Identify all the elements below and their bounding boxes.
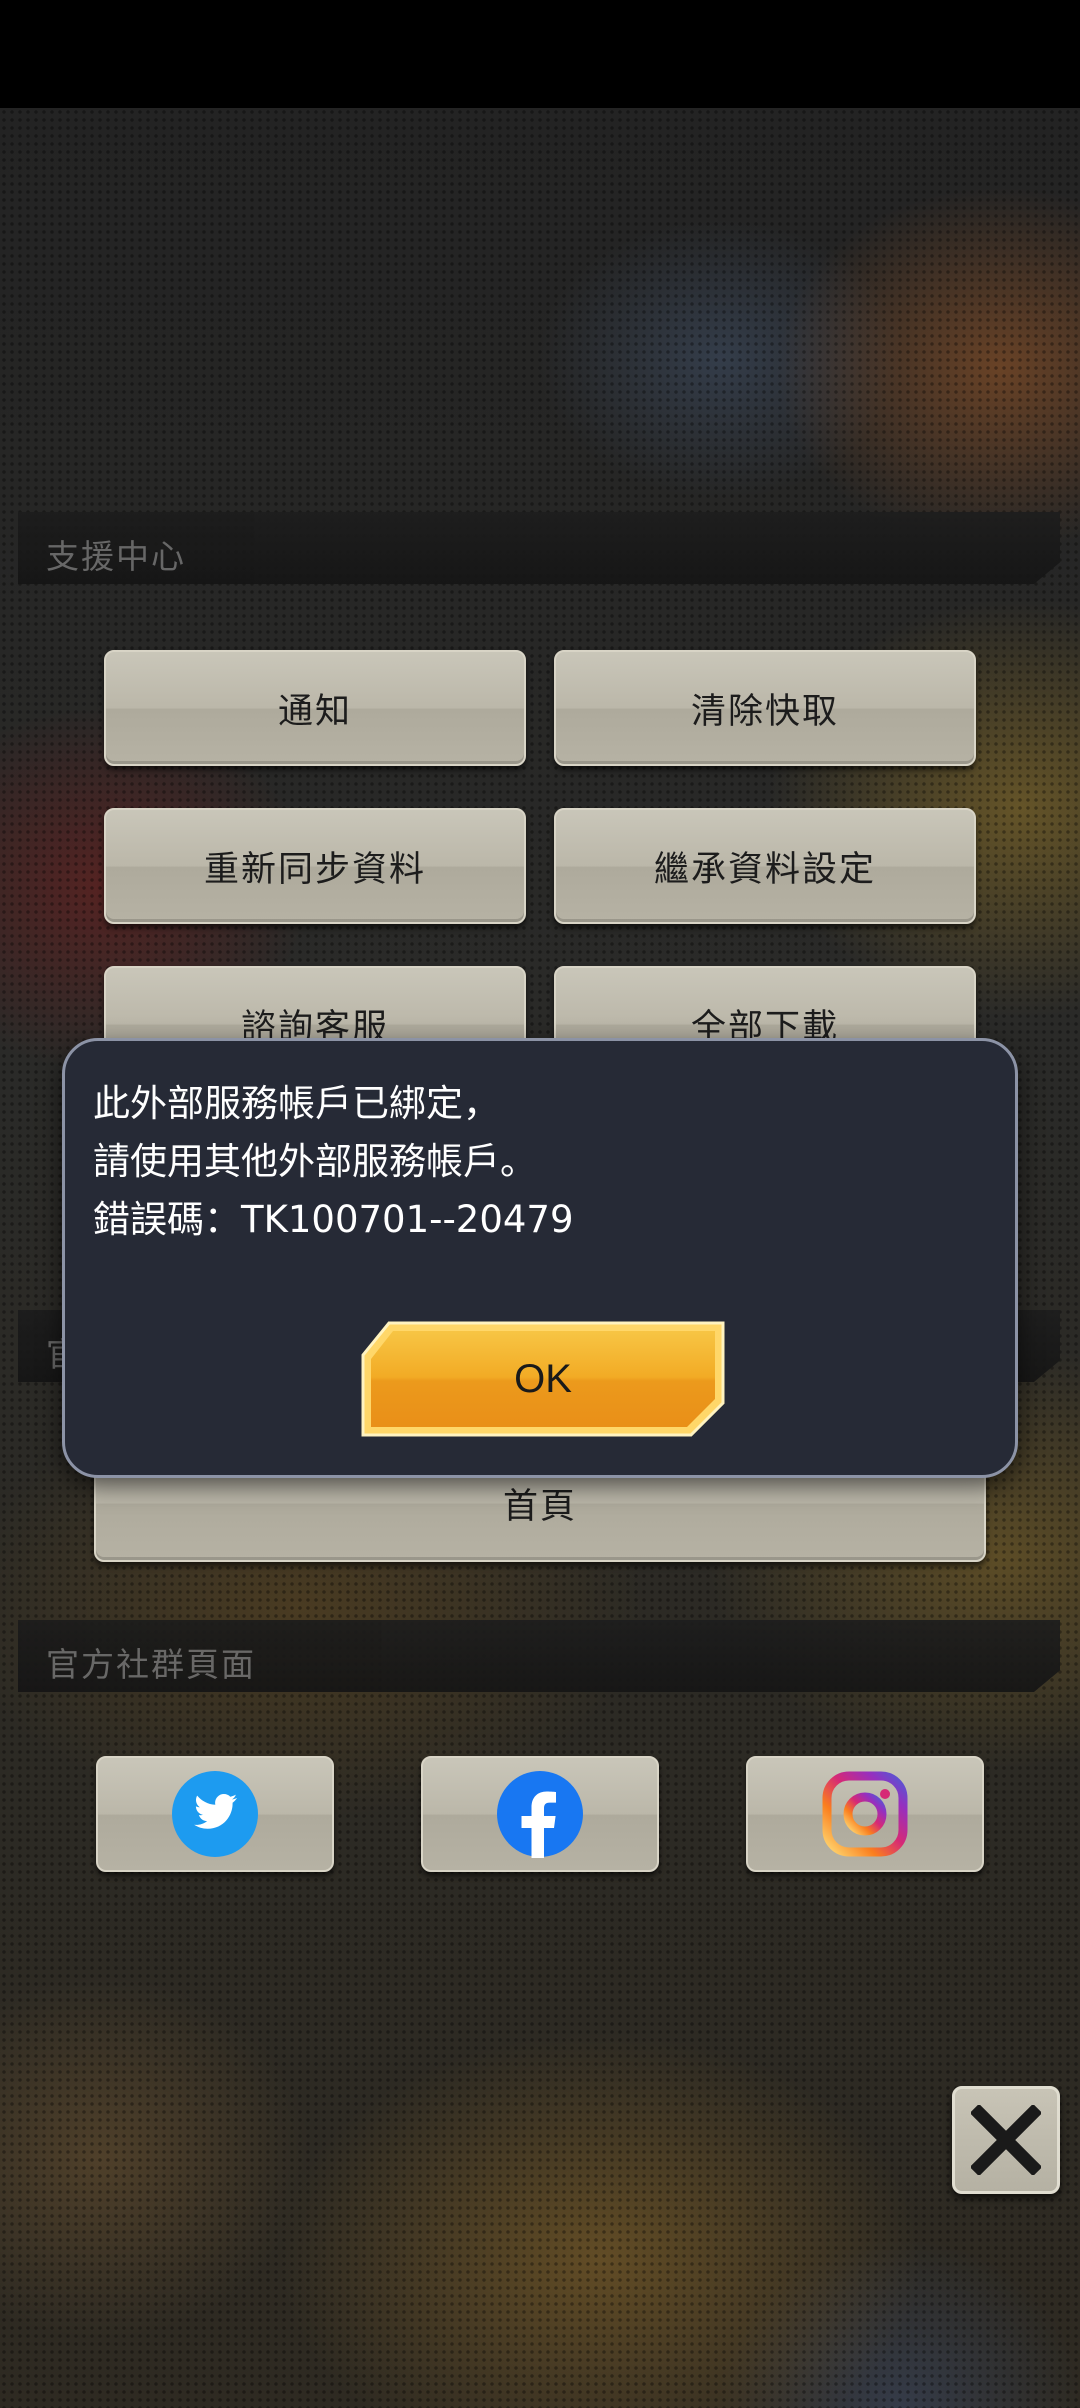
- clear-cache-button[interactable]: 清除快取: [554, 650, 976, 766]
- support-center-title: 支援中心: [46, 537, 186, 576]
- instagram-button[interactable]: [746, 1756, 984, 1872]
- ok-button[interactable]: OK: [359, 1321, 727, 1437]
- dialog-message-line2: 請使用其他外部服務帳戶。: [93, 1140, 537, 1183]
- close-icon: [971, 2105, 1041, 2175]
- community-header: 官方社群頁面: [18, 1620, 1060, 1692]
- error-dialog: 此外部服務帳戶已綁定， 請使用其他外部服務帳戶。 錯誤碼：TK100701--2…: [62, 1038, 1018, 1478]
- inherit-settings-label: 繼承資料設定: [653, 849, 876, 890]
- twitter-button[interactable]: [96, 1756, 334, 1872]
- dialog-error-code: 錯誤碼：TK100701--20479: [93, 1198, 574, 1241]
- clear-cache-label: 清除快取: [690, 691, 839, 732]
- instagram-icon: [822, 1771, 908, 1857]
- dialog-message: 此外部服務帳戶已綁定， 請使用其他外部服務帳戶。 錯誤碼：TK100701--2…: [93, 1075, 574, 1249]
- inherit-settings-button[interactable]: 繼承資料設定: [554, 808, 976, 924]
- ok-label: OK: [514, 1357, 572, 1401]
- facebook-button[interactable]: [421, 1756, 659, 1872]
- notice-label: 通知: [277, 691, 352, 732]
- facebook-icon: [497, 1771, 583, 1858]
- resync-data-label: 重新同步資料: [203, 849, 426, 890]
- status-bar: [0, 0, 1080, 108]
- community-title: 官方社群頁面: [46, 1645, 256, 1684]
- dialog-message-line1: 此外部服務帳戶已綁定，: [93, 1082, 500, 1125]
- close-button[interactable]: [952, 2086, 1060, 2194]
- twitter-icon: [172, 1771, 258, 1857]
- home-label: 首頁: [502, 1486, 577, 1527]
- resync-data-button[interactable]: 重新同步資料: [104, 808, 526, 924]
- support-center-header: 支援中心: [18, 512, 1060, 584]
- notice-button[interactable]: 通知: [104, 650, 526, 766]
